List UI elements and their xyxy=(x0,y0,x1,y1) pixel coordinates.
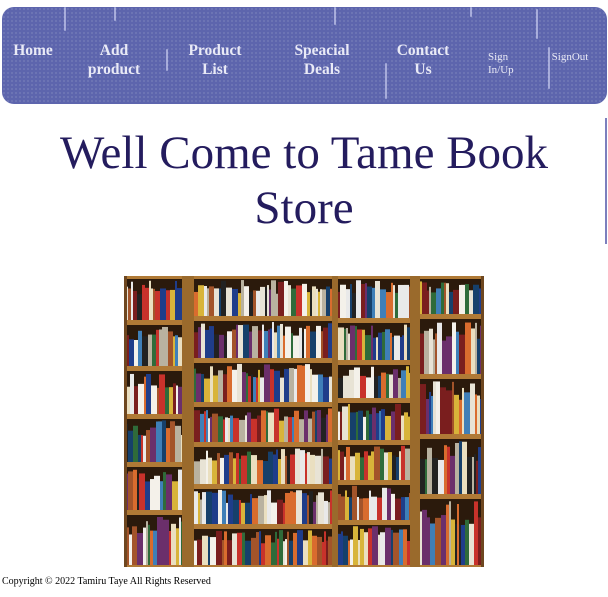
nav-sign-in-up-link[interactable]: Sign In/Up xyxy=(478,51,532,77)
footer-copyright: Copyright © 2022 Tamiru Taye All Rights … xyxy=(2,576,211,587)
nav-sign-out-link[interactable]: SignOut xyxy=(542,51,598,64)
page-title: Well Come to Tame Book Store xyxy=(59,127,549,234)
nav-add-product-link[interactable]: Add product xyxy=(78,41,150,79)
rain-streak-decoration xyxy=(334,7,336,25)
nav-product-list-link[interactable]: Product List xyxy=(178,41,252,79)
main-navbar: Home Add product Product List Speacial D… xyxy=(2,7,607,104)
rain-streak-decoration xyxy=(64,7,66,31)
scroll-edge-bar xyxy=(605,118,607,244)
rain-streak-decoration xyxy=(166,49,168,71)
bookstore-shelves-image xyxy=(124,276,484,567)
rain-streak-decoration xyxy=(114,7,116,21)
rain-streak-decoration xyxy=(470,7,472,17)
nav-contact-us-link[interactable]: Contact Us xyxy=(386,41,460,79)
nav-special-deals-link[interactable]: Speacial Deals xyxy=(282,41,362,79)
rain-streak-decoration xyxy=(536,9,538,39)
nav-home-link[interactable]: Home xyxy=(4,41,62,60)
